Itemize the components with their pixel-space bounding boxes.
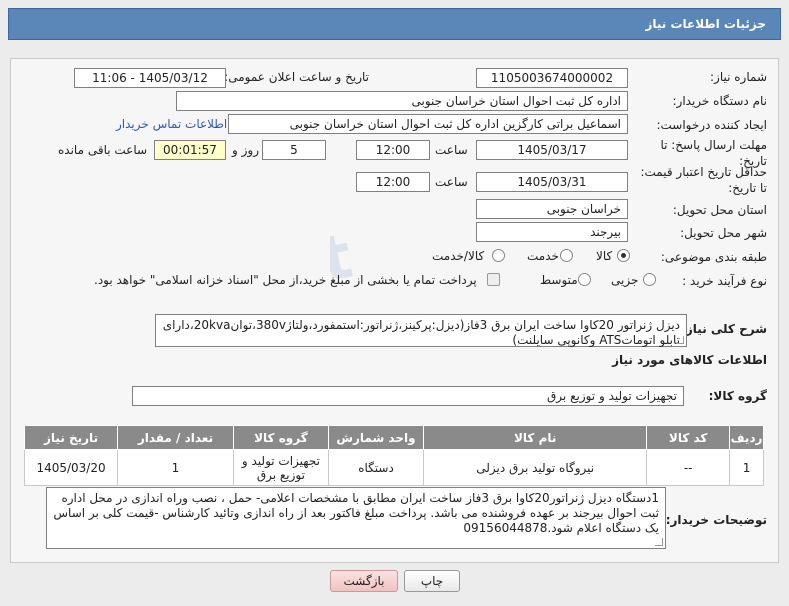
province-label: استان محل تحویل: <box>672 203 767 217</box>
buyer-notes-text: 1دستگاه دیزل ژنراتور20کاوا برق 3فاز ساخت… <box>53 491 659 535</box>
process-radio-medium[interactable] <box>578 273 591 286</box>
goods-group-label: گروه کالا: <box>708 389 767 403</box>
col-qty: تعداد / مقدار <box>117 425 234 450</box>
print-button[interactable]: چاپ <box>404 570 460 592</box>
payment-note: پرداخت تمام یا بخشی از مبلغ خرید،از محل … <box>94 273 477 287</box>
announce-field: 1405/03/12 - 11:06 <box>74 68 226 88</box>
city-field: بیرجند <box>476 222 628 242</box>
buyer-label: نام دستگاه خریدار: <box>672 94 768 108</box>
category-option-service: خدمت <box>527 249 559 263</box>
remaining-label: ساعت باقی مانده <box>58 143 148 157</box>
category-label: طبقه بندی موضوعی: <box>660 250 767 264</box>
price-date-field: 1405/03/31 <box>476 172 628 192</box>
table-row: 1 -- نیروگاه تولید برق دیزلی دستگاه تجهی… <box>23 449 764 486</box>
col-unit: واحد شمارش <box>327 425 425 450</box>
reply-label-1: مهلت ارسال پاسخ: تا <box>660 138 767 152</box>
days-field: 5 <box>262 140 326 160</box>
need-number-field: 1105003674000002 <box>476 68 628 88</box>
col-group: گروه کالا <box>232 425 329 450</box>
summary-label: شرح کلی نیاز: <box>681 322 767 336</box>
goods-section-title: اطلاعات کالاهای مورد نیاز <box>612 353 767 367</box>
cell-code: -- <box>646 449 731 486</box>
category-option-both: کالا/خدمت <box>432 249 485 263</box>
cell-group: تجهیزات تولید و توزیع برق <box>232 449 329 486</box>
resize-handle[interactable] <box>676 336 684 344</box>
cell-name: نیروگاه تولید برق دیزلی <box>423 449 648 486</box>
col-date: تاریخ نیاز <box>23 425 119 450</box>
cell-row: 1 <box>729 449 764 486</box>
goods-group-field: تجهیزات تولید و توزیع برق <box>132 386 684 406</box>
cell-date: 1405/03/20 <box>23 449 119 486</box>
category-radio-service[interactable] <box>560 249 573 262</box>
category-radio-both[interactable] <box>492 249 505 262</box>
reply-date-field: 1405/03/17 <box>476 140 628 160</box>
process-label: نوع فرآیند خرید : <box>682 274 767 288</box>
price-time-field: 12:00 <box>356 172 430 192</box>
reply-time-label: ساعت <box>435 143 468 157</box>
items-table: ردیف کد کالا نام کالا واحد شمارش گروه کا… <box>23 425 764 486</box>
treasury-checkbox[interactable] <box>487 273 500 286</box>
process-option-medium: متوسط <box>540 273 578 287</box>
process-radio-minor[interactable] <box>643 273 656 286</box>
price-time-label: ساعت <box>435 175 468 189</box>
category-option-goods: کالا <box>596 249 613 263</box>
summary-field: دیزل ژنراتور 20کاوا ساخت ایران برق 3فاز(… <box>155 314 687 347</box>
cell-qty: 1 <box>117 449 234 486</box>
back-button[interactable]: بازگشت <box>330 570 398 592</box>
creator-label: ایجاد کننده درخواست: <box>656 118 767 132</box>
reply-time-field: 12:00 <box>356 140 430 160</box>
table-header-row: ردیف کد کالا نام کالا واحد شمارش گروه کا… <box>23 425 764 450</box>
price-label-1: حداقل تاریخ اعتبار قیمت: <box>640 165 767 179</box>
days-label: روز و <box>232 143 259 157</box>
city-label: شهر محل تحویل: <box>680 226 767 240</box>
contact-link[interactable]: اطلاعات تماس خریدار <box>116 117 227 131</box>
need-number-label: شماره نیاز: <box>710 70 767 84</box>
col-code: کد کالا <box>646 425 731 450</box>
page-title: جزئیات اطلاعات نیاز <box>645 17 766 31</box>
page-header: جزئیات اطلاعات نیاز <box>8 8 781 40</box>
process-option-minor: جزیی <box>611 273 639 287</box>
buyer-notes-label: توضیحات خریدار: <box>665 513 767 527</box>
price-label-2: تا تاریخ: <box>728 181 767 195</box>
buyer-field: اداره کل ثبت احوال استان خراسان جنوبی <box>176 91 628 111</box>
cell-unit: دستگاه <box>327 449 425 486</box>
col-name: نام کالا <box>423 425 648 450</box>
col-row: ردیف <box>729 425 764 450</box>
remaining-time-field: 00:01:57 <box>154 140 226 160</box>
buyer-notes-field: 1دستگاه دیزل ژنراتور20کاوا برق 3فاز ساخت… <box>46 487 666 549</box>
resize-handle[interactable] <box>655 538 663 546</box>
category-radio-goods[interactable] <box>617 249 630 262</box>
announce-label: تاریخ و ساعت اعلان عمومی: <box>224 70 369 84</box>
summary-text: دیزل ژنراتور 20کاوا ساخت ایران برق 3فاز(… <box>162 318 680 347</box>
province-field: خراسان جنوبی <box>476 199 628 219</box>
creator-field: اسماعیل براتی کارگزین اداره کل ثبت احوال… <box>228 114 628 134</box>
